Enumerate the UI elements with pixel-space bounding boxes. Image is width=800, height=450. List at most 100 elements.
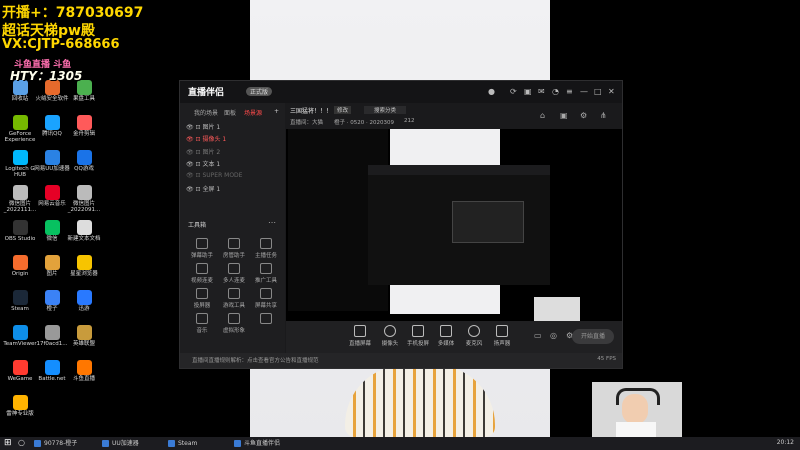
app-icon <box>12 395 28 410</box>
tool-more[interactable] <box>252 313 280 326</box>
search-icon[interactable]: ○ <box>18 438 25 447</box>
source-item[interactable]: 👁 ⊡ 摄像头 1 <box>186 134 226 143</box>
desktop-icon[interactable]: 微信图片_2022091... <box>64 185 104 213</box>
category-select[interactable]: 搜索分类 <box>364 106 407 114</box>
desktop-icon-label: 新建文本文档 <box>67 236 101 242</box>
app-icon <box>76 220 92 235</box>
taskbar-item[interactable]: 斗鱼直播伴侣 <box>232 439 280 448</box>
go-live-button[interactable]: 开始直播 <box>572 329 614 344</box>
tool-game[interactable]: 游戏工具 <box>220 288 248 309</box>
app-icon <box>44 150 60 165</box>
app-icon <box>44 185 60 200</box>
tool-promo[interactable]: 推广工具 <box>252 263 280 284</box>
mail-icon[interactable]: ✉ <box>538 87 545 96</box>
desktop-icon[interactable]: QQ游戏 <box>64 150 104 172</box>
more-icon[interactable]: ⋯ <box>268 218 276 227</box>
taskbar-item[interactable]: Steam <box>166 439 197 448</box>
desktop-icon[interactable]: 新建文本文档 <box>64 220 104 242</box>
desktop-icon-label: 果盘工具 <box>72 96 95 102</box>
source-item[interactable]: 👁 ⊡ 文本 1 <box>186 159 220 168</box>
share-icon[interactable]: ⋔ <box>600 111 607 120</box>
phone-cast-button[interactable]: 手机投屏 <box>406 325 430 347</box>
stream-info-row: 三国猛将！！！ 修改 搜索分类 直播间：大猫 橙子 · 0520 · 20203… <box>286 103 622 129</box>
media-button[interactable]: 多媒体 <box>434 325 458 347</box>
clock[interactable]: 20:12 <box>777 439 794 446</box>
tab-scenes[interactable]: 我的场景 <box>194 108 218 117</box>
maximize-icon[interactable]: □ <box>594 87 602 96</box>
camera-button[interactable]: 摄像头 <box>378 325 402 347</box>
microphone-button[interactable]: 麦克风 <box>462 325 486 347</box>
version-badge[interactable]: 正式版 <box>246 87 273 96</box>
start-icon[interactable]: ⊞ <box>4 438 12 448</box>
add-source-icon[interactable]: + <box>274 108 279 115</box>
desktop-icon[interactable]: 星星浏览器 <box>64 255 104 277</box>
scene-icon[interactable]: ⌂ <box>540 111 545 120</box>
taskbar-item[interactable]: UU加速器 <box>100 439 139 448</box>
desktop-icon-label: 微信图片_2022091... <box>67 201 101 213</box>
bell-icon[interactable]: ◔ <box>552 87 559 96</box>
desktop-icon-label: 迅游 <box>78 306 90 312</box>
app-icon <box>76 360 92 375</box>
left-pane: 我的场景 面板 场景源 + 👁 ⊡ 图片 1 👁 ⊡ 摄像头 1 👁 ⊡ 图片 … <box>180 103 285 353</box>
record-icon[interactable]: ▭ <box>534 331 542 340</box>
menu-icon[interactable]: ≡ <box>566 87 573 96</box>
app-icon <box>44 220 60 235</box>
minimize-icon[interactable]: — <box>580 87 588 96</box>
tool-tasks[interactable]: 主播任务 <box>252 238 280 259</box>
tool-room-admin[interactable]: 房管助手 <box>220 238 248 259</box>
tool-screen-share[interactable]: 屏幕共享 <box>252 288 280 309</box>
overlay-line-1: 开播+：787030697 <box>2 5 144 21</box>
source-item[interactable]: 👁 ⊡ 图片 1 <box>186 122 220 131</box>
notice-bar: 直播间直播规则解析：点击查看官方公告和直播规范 45 FPS <box>180 353 622 368</box>
stream-title[interactable]: 三国猛将！！！ <box>290 106 332 115</box>
desktop-icon-label: 金舟剪辑 <box>72 131 95 137</box>
tool-video-link[interactable]: 视频连麦 <box>188 263 216 284</box>
refresh-icon[interactable]: ⟳ <box>510 87 517 96</box>
tab-panel[interactable]: 面板 <box>224 108 236 117</box>
layout-icon[interactable]: ▣ <box>560 111 568 120</box>
app-icon <box>44 360 60 375</box>
tool-multi-link[interactable]: 多人连麦 <box>220 263 248 284</box>
desktop-icon-label: 斗鱼直播 <box>72 376 95 382</box>
webcam-shirt <box>616 422 656 438</box>
desktop-icon-label: 雷神专业版 <box>6 411 34 417</box>
tab-sources[interactable]: 场景源 <box>244 108 262 117</box>
webcam-preview <box>534 297 580 321</box>
desktop-icon[interactable]: 金舟剪辑 <box>64 115 104 137</box>
eye-icon[interactable]: ◎ <box>550 331 557 340</box>
app-icon <box>76 150 92 165</box>
source-item[interactable]: 👁 ⊡ 图片 2 <box>186 147 220 156</box>
screen-capture-button[interactable]: 直播屏幕 <box>348 325 372 347</box>
avatar[interactable]: ● <box>488 87 495 96</box>
desktop-icon-label: QQ游戏 <box>74 166 94 172</box>
edit-button[interactable]: 修改 <box>334 106 352 114</box>
tool-avatar[interactable]: 虚拟形象 <box>220 313 248 334</box>
overlay-line-3: VX:CJTP-668666 <box>2 37 120 52</box>
app-icon <box>12 360 28 375</box>
desktop-icon[interactable]: 雷神专业版 <box>0 395 40 417</box>
desktop-icon[interactable]: 英雄联盟 <box>64 325 104 347</box>
speaker-button[interactable]: 扬声器 <box>490 325 514 347</box>
source-item[interactable]: 👁 ⊡ 全屏 1 <box>186 184 220 193</box>
app-icon <box>12 185 28 200</box>
desktop-icon[interactable]: 迅游 <box>64 290 104 312</box>
source-item[interactable]: 👁 ⊡ SUPER MODE <box>186 172 242 179</box>
desktop-icon[interactable]: 斗鱼直播 <box>64 360 104 382</box>
app-icon <box>76 290 92 305</box>
taskbar-item[interactable]: 90778-橙子 <box>32 439 77 448</box>
stream-preview[interactable] <box>286 129 622 321</box>
tool-danmu[interactable]: 弹幕助手 <box>188 238 216 259</box>
tool-music[interactable]: 音乐 <box>188 313 216 334</box>
settings-icon[interactable]: ⚙ <box>580 111 587 120</box>
app-icon <box>76 185 92 200</box>
gift-icon[interactable]: ▣ <box>524 87 532 96</box>
live-companion-window: 直播伴侣 正式版 ● ⟳ ▣ ✉ ◔ ≡ — □ ✕ 我的场景 面板 场景源 +… <box>179 80 623 369</box>
headset <box>616 388 660 405</box>
close-icon[interactable]: ✕ <box>608 87 615 96</box>
notice-text[interactable]: 直播间直播规则解析：点击查看官方公告和直播规范 <box>192 356 319 364</box>
app-icon <box>76 115 92 130</box>
app-icon <box>12 290 28 305</box>
tool-cast[interactable]: 投屏器 <box>188 288 216 309</box>
taskbar: ⊞ ○ 90778-橙子 UU加速器 Steam 斗鱼直播伴侣 20:12 <box>0 437 800 450</box>
desktop-icon-label: 英雄联盟 <box>72 341 95 347</box>
